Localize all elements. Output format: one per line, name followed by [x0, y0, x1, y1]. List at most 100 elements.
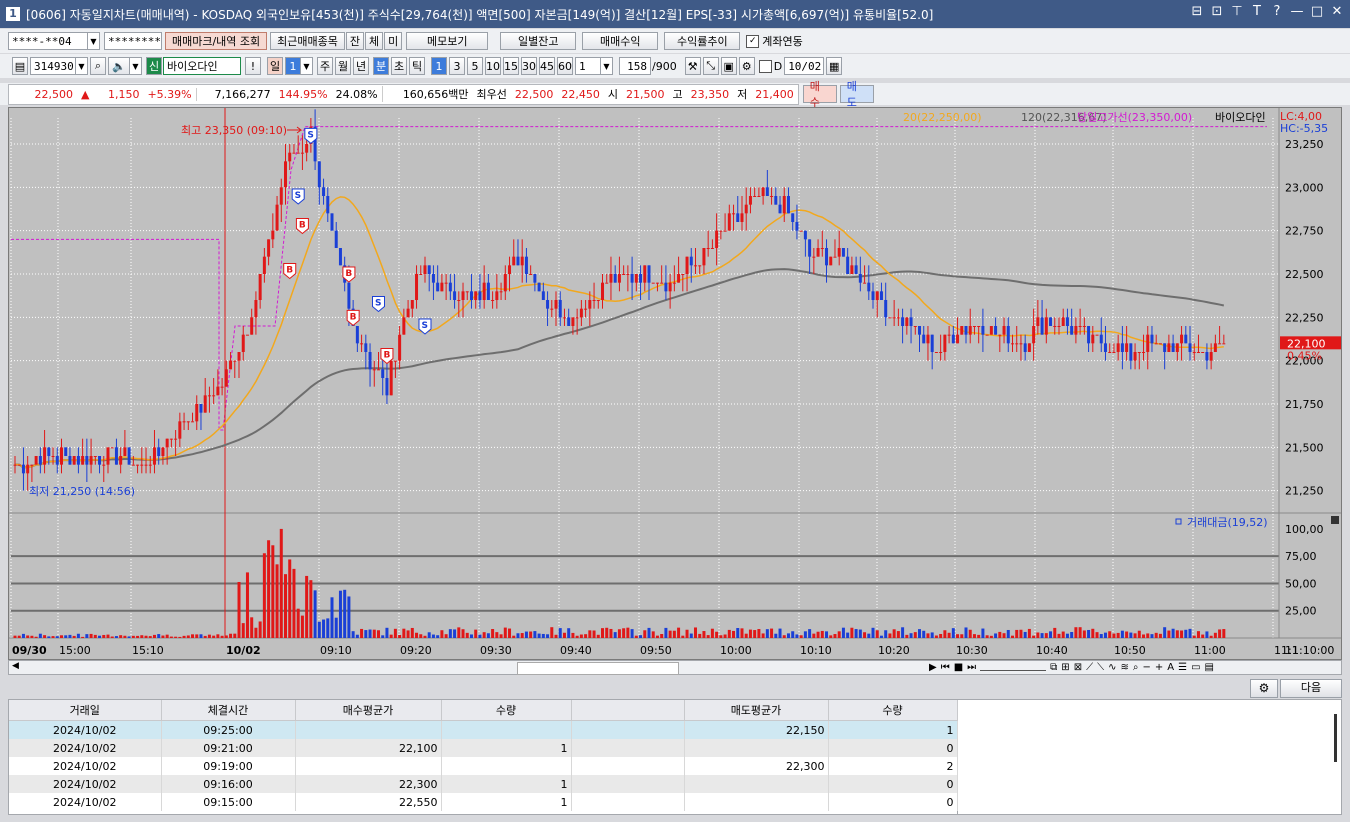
date-input[interactable]: 10/02	[784, 57, 825, 75]
chart-scrollbar[interactable]: ◀ ▶ ⏮ ■ ⏭ ⧉ ⊞ ⊠ ⟋ ⟍ ∿ ≋ ⌕ − + A ☰ ▭ ▤	[8, 660, 1342, 675]
zoom-out-icon[interactable]: −	[1142, 662, 1150, 673]
col-exec-time[interactable]: 체결시간	[161, 700, 296, 721]
period-month-button[interactable]: 월	[335, 57, 351, 75]
channel-tool-icon[interactable]: ≋	[1120, 662, 1128, 673]
table-row[interactable]: 2024/10/02 09:21:00 22,100 1 0	[9, 739, 958, 757]
period-year-button[interactable]: 년	[353, 57, 369, 75]
image-icon[interactable]: ▭	[1191, 662, 1200, 673]
minute-1-button[interactable]: 1	[431, 57, 447, 75]
unexecuted-button[interactable]: 미	[384, 32, 403, 50]
next-button[interactable]: 다음	[1280, 679, 1342, 698]
speaker-dropdown-icon[interactable]: ▼	[130, 57, 142, 75]
account-input[interactable]: ****-**04	[8, 32, 88, 50]
volume-bar	[1057, 633, 1061, 638]
close-icon[interactable]: ✕	[1330, 4, 1344, 19]
zoom-in-icon[interactable]: +	[1155, 662, 1163, 673]
stock-code-dropdown-icon[interactable]: ▼	[76, 57, 88, 75]
multiplier-dropdown-icon[interactable]: ▼	[601, 57, 613, 75]
minute-45-button[interactable]: 45	[539, 57, 555, 75]
list-icon[interactable]: ☰	[1178, 662, 1187, 673]
layout-icon[interactable]: ⊟	[1190, 4, 1204, 19]
pin-icon[interactable]: ⊤	[1230, 4, 1244, 19]
indicator-icon[interactable]: ⚒	[684, 57, 701, 75]
trade-history-table[interactable]: 거래일 체결시간 매수평균가 수량 매도평균가 수량 2024/10/02 09…	[8, 699, 958, 815]
profit-trend-button[interactable]: 수익률추이	[664, 32, 741, 50]
maximize-icon[interactable]: □	[1310, 4, 1324, 19]
daily-balance-button[interactable]: 일별잔고	[500, 32, 577, 50]
table-row[interactable]: 2024/10/02 09:16:00 22,300 1 0	[9, 775, 958, 793]
col-buy-qty[interactable]: 수량	[441, 700, 572, 721]
split-icon[interactable]: ⊡	[1210, 4, 1224, 19]
table-row[interactable]: 2024/10/02 09:15:00 22,550 1 0	[9, 793, 958, 811]
trade-profit-button[interactable]: 매매수익	[582, 32, 659, 50]
date-checkbox[interactable]	[758, 59, 772, 73]
warning-button[interactable]: !	[245, 57, 261, 75]
buy-button[interactable]: 매수	[802, 80, 837, 109]
price-chart-svg[interactable]: S S B B B B S B S 23,250 23,000 22,750 22,500 22,250…	[9, 108, 1341, 659]
zoom-slider[interactable]	[980, 664, 1047, 671]
chart-area[interactable]: S S B B B B S B S 23,250 23,000 22,750 22,500 22,250…	[8, 107, 1342, 660]
minute-60-button[interactable]: 60	[557, 57, 573, 75]
trade-marks-button[interactable]: 매매마크/내역 조회	[165, 32, 268, 50]
minute-30-button[interactable]: 30	[521, 57, 537, 75]
export-icon[interactable]: ▤	[1205, 662, 1214, 673]
table-scrollbar[interactable]	[1334, 714, 1337, 762]
period-minute-button[interactable]: 분	[373, 57, 389, 75]
fast-forward-icon[interactable]: ⏭	[967, 662, 976, 673]
scroll-left-icon[interactable]: ◀	[12, 661, 19, 671]
sell-button[interactable]: 매도	[839, 80, 874, 109]
line-tool-icon[interactable]: ⟋	[1086, 662, 1093, 673]
search-icon[interactable]: ⌕	[90, 57, 106, 75]
help-icon[interactable]: ?	[1270, 4, 1284, 19]
speaker-icon[interactable]: 🔈	[108, 57, 130, 75]
period-week-button[interactable]: 주	[317, 57, 333, 75]
draw-tool-icon[interactable]: ⤡	[702, 57, 719, 75]
account-link-checkbox[interactable]: ✓	[746, 34, 760, 48]
rewind-icon[interactable]: ⏮	[941, 662, 950, 673]
col-buy-avg[interactable]: 매수평균가	[295, 700, 442, 721]
table-row[interactable]: 2024/10/02 09:25:00 22,150 1	[9, 720, 958, 739]
zoom-icon[interactable]: ⌕	[1133, 662, 1139, 673]
period-num-field[interactable]: 1	[285, 57, 301, 75]
executed-button[interactable]: 체	[365, 32, 384, 50]
trend-tool-icon[interactable]: ⟍	[1097, 662, 1104, 673]
period-second-button[interactable]: 초	[391, 57, 407, 75]
minute-10-button[interactable]: 10	[485, 57, 501, 75]
period-day-button[interactable]: 일	[267, 57, 283, 75]
memo-button[interactable]: 메모보기	[406, 32, 489, 50]
cell-date: 2024/10/02	[9, 720, 162, 739]
account-dropdown-icon[interactable]: ▼	[88, 32, 100, 50]
minute-3-button[interactable]: 3	[449, 57, 465, 75]
recent-trades-button[interactable]: 최근매매종목	[270, 32, 345, 50]
copy-icon[interactable]: ⧉	[1050, 662, 1057, 673]
grid-icon[interactable]: ⊞	[1061, 662, 1069, 673]
period-tick-button[interactable]: 틱	[409, 57, 425, 75]
scroll-right-icon[interactable]: ▶	[929, 662, 937, 673]
minute-15-button[interactable]: 15	[503, 57, 519, 75]
password-input[interactable]: ********	[104, 32, 162, 50]
minimize-icon[interactable]: —	[1290, 4, 1304, 19]
wave-tool-icon[interactable]: ∿	[1108, 662, 1116, 673]
bar-count-input[interactable]: 158	[619, 57, 651, 75]
table-row[interactable]: 2024/10/02 09:19:00 22,300 2	[9, 757, 958, 775]
font-icon[interactable]: T	[1250, 4, 1264, 19]
text-tool-icon[interactable]: A	[1167, 662, 1174, 673]
multiplier-input[interactable]: 1	[575, 57, 601, 75]
col-sell-qty[interactable]: 수량	[828, 700, 958, 721]
balance-button[interactable]: 잔	[345, 32, 365, 50]
window-icon[interactable]: 1	[6, 7, 20, 21]
col-trade-date[interactable]: 거래일	[9, 700, 162, 721]
col-sell-avg[interactable]: 매도평균가	[684, 700, 829, 721]
period-num-dropdown-icon[interactable]: ▼	[301, 57, 313, 75]
stock-code-input[interactable]: 314930	[30, 57, 76, 75]
stock-name-field[interactable]: 바이오다인	[163, 57, 241, 75]
calendar-icon[interactable]: ▦	[826, 57, 843, 75]
scroll-thumb[interactable]	[517, 662, 679, 675]
save-icon[interactable]: ▣	[720, 57, 737, 75]
settings-icon[interactable]: ⚙	[738, 57, 755, 75]
grid-settings-icon[interactable]: ⚙	[1250, 679, 1278, 698]
cross-icon[interactable]: ⊠	[1074, 662, 1082, 673]
stock-panel-icon[interactable]: ▤	[12, 57, 28, 75]
minute-5-button[interactable]: 5	[467, 57, 483, 75]
stop-icon[interactable]: ■	[954, 662, 963, 673]
